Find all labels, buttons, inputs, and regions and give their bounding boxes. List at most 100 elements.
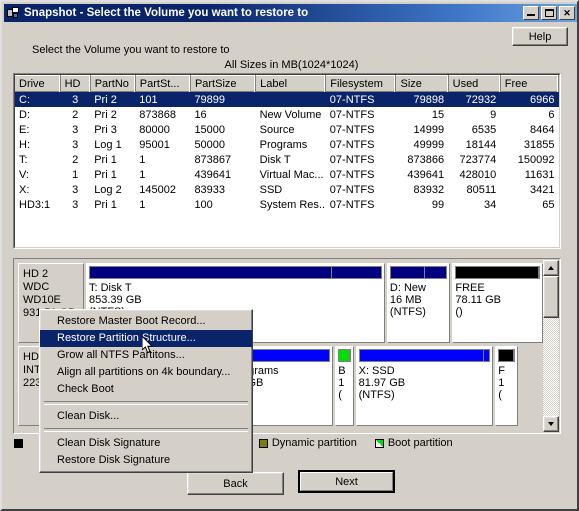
partition-fs-label: ( <box>338 389 342 401</box>
context-menu-item[interactable]: Restore Disk Signature <box>40 452 252 469</box>
partstart-cell: 95001 <box>139 138 170 151</box>
col-partstart[interactable]: PartSt... <box>135 75 191 92</box>
col-partsize[interactable]: PartSize <box>190 75 257 92</box>
col-partno[interactable]: PartNo <box>90 75 136 92</box>
partition-used-portion <box>456 267 539 278</box>
disk-map-scrollbar[interactable] <box>543 260 559 432</box>
help-button[interactable]: Help <box>512 27 568 46</box>
context-menu-item[interactable]: Align all partitions on 4k boundary... <box>40 364 252 381</box>
table-row[interactable]: D: 2 Pri 2 873868 16 New Volume 07-NTFS 15 9 6 <box>15 107 559 122</box>
col-free[interactable]: Free <box>500 75 559 92</box>
partition-used-portion <box>90 267 333 278</box>
col-used[interactable]: Used <box>448 75 501 92</box>
drive-cell: E: <box>19 123 30 136</box>
size-cell: 99 <box>431 198 445 211</box>
title-bar: Snapshot - Select the Volume you want to… <box>4 4 577 22</box>
label-cell: System Res... <box>259 198 326 211</box>
partition-letter-label: T: Disk T <box>89 282 132 294</box>
free-cell: 3421 <box>530 183 555 196</box>
table-row[interactable]: V: 1 Pri 1 1 439641 Virtual Mac... 07-NTFS 4396… <box>15 167 559 182</box>
partition-usage-bar <box>498 349 516 362</box>
partsize-cell: 439641 <box>194 168 232 181</box>
scroll-up-button[interactable] <box>543 260 559 276</box>
partition-block[interactable]: D: New 16 MB (NTFS) <box>386 263 451 343</box>
partstart-cell: 1 <box>139 198 146 211</box>
minimize-button[interactable] <box>523 6 539 20</box>
scrollbar-thumb[interactable] <box>543 276 559 318</box>
label-cell: Virtual Mac... <box>259 168 324 181</box>
partition-letter-label: D: New <box>389 282 426 294</box>
partition-size-label: 1 <box>498 377 505 389</box>
partition-block[interactable]: FREE 78.11 GB() <box>452 263 543 343</box>
label-cell: Programs <box>259 138 308 151</box>
legend-item: Boot partition <box>374 437 453 449</box>
filesystem-cell: 07-NTFS <box>329 123 375 136</box>
size-cell: 49999 <box>413 138 445 151</box>
next-button[interactable]: Next <box>298 470 395 493</box>
hd-cell: 2 <box>72 108 79 121</box>
col-size[interactable]: Size <box>395 75 449 92</box>
table-row[interactable]: T: 2 Pri 1 1 873867 Disk T 07-NTFS 873866 723774… <box>15 152 559 167</box>
filesystem-cell: 07-NTFS <box>329 108 375 121</box>
partsize-cell: 15000 <box>194 123 226 136</box>
used-cell: 18144 <box>465 138 497 151</box>
volume-table[interactable]: Drive HD PartNo PartSt... PartSize Label… <box>15 75 559 212</box>
label-cell <box>255 92 326 107</box>
col-drive[interactable]: Drive <box>15 75 61 92</box>
disk-context-menu[interactable]: Restore Master Boot Record... Restore Par… <box>39 309 253 473</box>
partition-used-portion <box>390 267 426 278</box>
disk-model: WDC WD10E <box>23 281 61 306</box>
legend-swatch <box>14 438 23 448</box>
col-hd[interactable]: HD <box>60 75 91 92</box>
filesystem-cell: 07-NTFS <box>329 198 375 211</box>
drive-cell: X: <box>19 183 30 196</box>
partition-fs-label: (NTFS) <box>389 306 426 318</box>
filesystem-cell: 07-NTFS <box>325 92 396 107</box>
table-row[interactable]: X: 3 Log 2 145002 83933 SSD 07-NTFS 83932 80511 3… <box>15 182 559 197</box>
partition-block[interactable]: B1( <box>335 346 354 426</box>
table-row[interactable]: E: 3 Pri 3 80000 15000 Source 07-NTFS 14999 6535… <box>15 122 559 137</box>
col-filesystem[interactable]: Filesystem <box>325 75 397 92</box>
snapshot-app-icon <box>6 6 20 20</box>
free-cell: 65 <box>542 198 555 211</box>
used-cell: 9 <box>490 108 497 121</box>
used-cell: 723774 <box>459 153 497 166</box>
used-cell: 72932 <box>448 92 501 107</box>
partition-size-label: 1 <box>338 377 345 389</box>
size-cell: 439641 <box>407 168 445 181</box>
legend-swatch <box>258 438 268 448</box>
partstart-cell: 145002 <box>139 183 177 196</box>
context-menu-item[interactable]: Clean Disk... <box>40 408 252 425</box>
partstart-cell: 80000 <box>139 123 170 136</box>
context-menu-item[interactable]: Check Boot <box>40 381 252 398</box>
scroll-down-button[interactable] <box>543 416 559 432</box>
partno-cell: Pri 2 <box>94 108 117 121</box>
maximize-button[interactable] <box>541 6 557 20</box>
mouse-cursor <box>141 334 154 355</box>
partstart-cell: 873868 <box>139 108 177 121</box>
partition-fs-label: () <box>455 306 463 318</box>
context-menu-item[interactable]: Clean Disk Signature <box>40 435 252 452</box>
scroll-down-icon <box>548 422 554 426</box>
partition-block[interactable]: X: SSD 81.97 GB (NTFS) <box>355 346 494 426</box>
hd-cell: 3 <box>72 138 79 151</box>
table-row[interactable]: HD3:1 3 Pri 1 1 100 System Res... 07-NTFS 99 34 6… <box>15 197 559 212</box>
col-label[interactable]: Label <box>255 75 327 92</box>
close-button[interactable]: ✕ <box>559 6 575 20</box>
label-cell: SSD <box>259 183 283 196</box>
filesystem-cell: 07-NTFS <box>329 138 375 151</box>
table-row[interactable]: H: 3 Log 1 95001 50000 Programs 07-NTFS 49999 18… <box>15 137 559 152</box>
partition-block[interactable]: F 1( <box>495 346 519 426</box>
used-cell: 34 <box>484 198 497 211</box>
partstart-cell: 101 <box>135 92 191 107</box>
partsize-cell: 100 <box>194 198 213 211</box>
back-button[interactable]: Back <box>187 472 284 495</box>
menu-separator <box>44 428 248 432</box>
partition-fs-label: (NTFS) <box>358 389 395 401</box>
partition-size-label: 16 MB <box>389 294 422 306</box>
size-cell: 79898 <box>395 92 449 107</box>
table-row[interactable]: C: 3 Pri 2 101 79899 07-NTFS 79898 72932 6966 <box>15 92 559 107</box>
context-menu-item[interactable]: Restore Master Boot Record... <box>40 313 252 330</box>
partno-cell: Pri 1 <box>94 153 117 166</box>
size-cell: 83932 <box>413 183 445 196</box>
